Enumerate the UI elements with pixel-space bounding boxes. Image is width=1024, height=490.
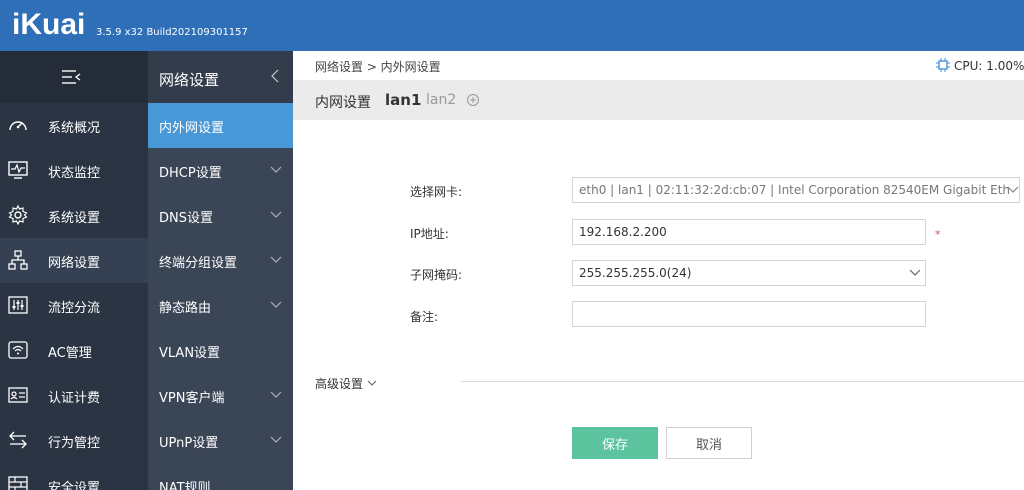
swap-arrows-icon	[9, 431, 27, 449]
submenu-item-label: 静态路由	[159, 301, 212, 316]
menu-toggle-button[interactable]	[0, 51, 148, 103]
chevron-left-icon[interactable]	[270, 69, 280, 83]
submenu-item-label: DHCP设置	[159, 166, 222, 181]
sidebar-item-security[interactable]: 安全设置	[0, 463, 148, 490]
submenu-item-terminal-groups[interactable]: 终端分组设置	[148, 238, 293, 283]
subnet-mask-value: 255.255.255.0(24)	[579, 266, 692, 280]
sidebar-item-overview[interactable]: 系统概况	[0, 103, 148, 148]
note-input[interactable]	[572, 301, 926, 327]
submenu-item-label: DNS设置	[159, 211, 213, 226]
chevron-down-icon	[270, 436, 282, 443]
sidebar-item-auth-billing[interactable]: 认证计费	[0, 373, 148, 418]
submenu-item-label: NAT规则	[159, 481, 211, 490]
submenu-item-label: UPnP设置	[159, 436, 219, 451]
ikuai-logo: iKuai	[12, 8, 86, 41]
sidebar-item-label: 网络设置	[48, 256, 101, 271]
sidebar-item-label: 系统设置	[48, 211, 101, 226]
breadcrumb: 网络设置 > 内外网设置	[315, 60, 441, 74]
id-card-icon	[8, 387, 28, 403]
gear-icon	[8, 205, 28, 225]
chevron-down-icon	[367, 380, 377, 386]
main-sidebar: 系统概况 状态监控 系统设置 网络设置 流控分流 AC管理 认证计费 行为管控 …	[0, 51, 148, 490]
submenu-item-vpn-client[interactable]: VPN客户端	[148, 373, 293, 418]
submenu-item-upnp[interactable]: UPnP设置	[148, 418, 293, 463]
submenu-item-label: VLAN设置	[159, 346, 221, 361]
chevron-down-icon	[1007, 186, 1019, 193]
sidebar-item-flow-control[interactable]: 流控分流	[0, 283, 148, 328]
sidebar-item-label: AC管理	[48, 346, 92, 361]
sidebar-item-system-settings[interactable]: 系统设置	[0, 193, 148, 238]
note-label: 备注:	[410, 310, 439, 324]
cpu-usage-text: CPU: 1.00%	[954, 59, 1024, 73]
ip-label: IP地址:	[410, 227, 449, 241]
monitor-pulse-icon	[8, 161, 28, 179]
main-content: 网络设置 > 内外网设置 CPU: 1.00% 内网设置 lan1 lan2 选…	[293, 51, 1024, 490]
wifi-box-icon	[8, 341, 28, 359]
firmware-version: 3.5.9 x32 Build202109301157	[96, 27, 248, 38]
advanced-settings-label: 高级设置	[315, 377, 364, 391]
sidebar-item-label: 流控分流	[48, 301, 101, 316]
sidebar-item-status-monitor[interactable]: 状态监控	[0, 148, 148, 193]
top-header: iKuai 3.5.9 x32 Build202109301157	[0, 0, 1024, 51]
sidebar-item-label: 状态监控	[48, 166, 101, 181]
tab-heading: 内网设置	[315, 95, 371, 111]
nic-label: 选择网卡:	[410, 185, 463, 199]
sidebar-item-label: 行为管控	[48, 436, 101, 451]
ip-address-value: 192.168.2.200	[579, 225, 667, 239]
chevron-down-icon	[270, 256, 282, 263]
network-tree-icon	[8, 250, 28, 270]
sliders-icon	[8, 296, 28, 314]
sidebar-item-behavior-control[interactable]: 行为管控	[0, 418, 148, 463]
menu-collapse-icon	[62, 70, 81, 84]
sidebar-item-ac-management[interactable]: AC管理	[0, 328, 148, 373]
ip-address-input[interactable]: 192.168.2.200	[572, 219, 926, 245]
submenu-item-vlan[interactable]: VLAN设置	[148, 328, 293, 373]
submenu-item-label: 终端分组设置	[159, 256, 238, 271]
submenu-item-dhcp[interactable]: DHCP设置	[148, 148, 293, 193]
lan-tabbar: 内网设置 lan1 lan2	[293, 80, 1024, 120]
section-divider	[461, 381, 1024, 382]
firewall-icon	[8, 476, 28, 490]
speedometer-icon	[9, 121, 27, 131]
nic-select[interactable]: eth0 | lan1 | 02:11:32:2d:cb:07 | Intel …	[572, 177, 1020, 203]
chevron-down-icon	[270, 391, 282, 398]
network-submenu: 网络设置 内外网设置 DHCP设置 DNS设置 终端分组设置 静态路由 VLAN…	[148, 51, 293, 490]
subnet-mask-select[interactable]: 255.255.255.0(24)	[572, 260, 926, 286]
submenu-item-label: VPN客户端	[159, 391, 225, 406]
submenu-item-dns[interactable]: DNS设置	[148, 193, 293, 238]
chevron-down-icon	[270, 166, 282, 173]
save-button[interactable]: 保存	[572, 427, 658, 459]
sidebar-item-label: 系统概况	[48, 121, 101, 136]
sidebar-item-label: 安全设置	[48, 481, 101, 490]
add-lan-icon[interactable]	[466, 93, 480, 107]
submenu-item-label: 内外网设置	[159, 121, 225, 136]
chip-icon	[936, 58, 950, 72]
chevron-down-icon	[909, 269, 921, 276]
submenu-header: 网络设置	[148, 51, 293, 103]
submenu-item-static-route[interactable]: 静态路由	[148, 283, 293, 328]
submenu-item-lan-wan[interactable]: 内外网设置	[148, 103, 293, 148]
submenu-item-nat-rules[interactable]: NAT规则	[148, 463, 293, 490]
tab-lan2[interactable]: lan2	[426, 92, 456, 108]
advanced-settings-toggle[interactable]: 高级设置	[315, 375, 377, 392]
chevron-down-icon	[270, 211, 282, 218]
nic-select-value: eth0 | lan1 | 02:11:32:2d:cb:07 | Intel …	[579, 183, 1011, 197]
tab-lan1[interactable]: lan1	[385, 91, 421, 109]
chevron-down-icon	[270, 301, 282, 308]
required-mark: *	[935, 228, 941, 241]
submenu-title: 网络设置	[159, 71, 220, 89]
cpu-usage: CPU: 1.00%	[935, 57, 1024, 73]
sidebar-item-label: 认证计费	[48, 391, 101, 406]
sidebar-item-network-settings[interactable]: 网络设置	[0, 238, 148, 283]
subnet-mask-label: 子网掩码:	[410, 268, 463, 282]
cancel-button[interactable]: 取消	[666, 427, 752, 459]
